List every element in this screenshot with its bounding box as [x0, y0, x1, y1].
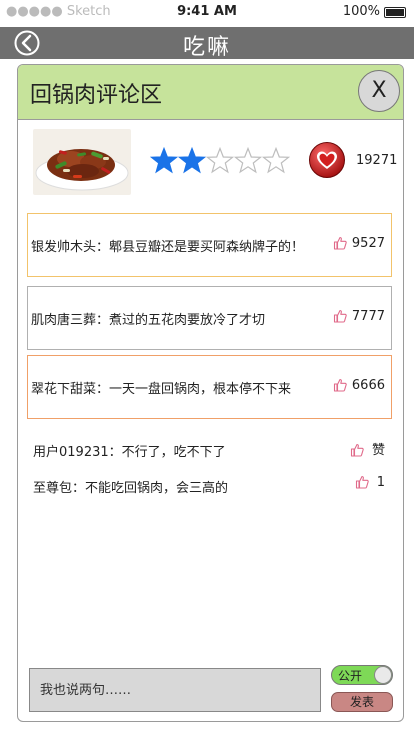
- like-button[interactable]: 1: [355, 475, 385, 490]
- like-count: 6666: [351, 378, 385, 393]
- status-bar: ●●●●● Sketch 9:41 AM 100%: [0, 0, 414, 24]
- star-empty-icon[interactable]: [234, 147, 262, 175]
- rating-stars[interactable]: [150, 147, 290, 175]
- dish-image: [33, 129, 131, 195]
- nav-title: 吃嘛: [182, 35, 231, 60]
- nav-bar: 吃嘛: [0, 27, 414, 60]
- comment-text: 翠花下甜菜：一天一盘回锅肉，根本停不下来: [31, 382, 292, 397]
- star-empty-icon[interactable]: [206, 147, 234, 175]
- panel-title: 回锅肉评论区: [30, 83, 163, 108]
- like-button[interactable]: 9527: [333, 236, 385, 251]
- comment-panel: 回锅肉评论区 X 19271 银发帅木头：郫县豆瓣还是要买阿森纳牌子的！ 952…: [17, 64, 404, 722]
- comment-item: 肌肉唐三葬：煮过的五花肉要放冷了才切 7777: [27, 286, 392, 350]
- like-button[interactable]: 6666: [333, 378, 385, 393]
- like-button[interactable]: 赞: [350, 439, 385, 458]
- battery-percent: 100%: [342, 4, 380, 19]
- like-count: 赞: [371, 443, 385, 458]
- comment-text: 至尊包：不能吃回锅肉，会三高的: [33, 481, 229, 496]
- thumbs-up-icon: [350, 443, 364, 457]
- close-button[interactable]: X: [358, 70, 400, 112]
- comment-item: 银发帅木头：郫县豆瓣还是要买阿森纳牌子的！ 9527: [27, 213, 392, 277]
- public-toggle-label: 公开: [338, 669, 363, 683]
- comment-text: 肌肉唐三葬：煮过的五花肉要放冷了才切: [31, 313, 266, 328]
- battery-icon: [384, 7, 406, 18]
- publish-button[interactable]: 发表: [331, 692, 393, 712]
- star-filled-icon[interactable]: [150, 147, 178, 175]
- thumbs-up-icon: [333, 236, 347, 250]
- public-toggle[interactable]: 公开: [331, 665, 393, 685]
- like-count: 1: [376, 475, 385, 490]
- thumbs-up-icon: [355, 475, 369, 489]
- like-button[interactable]: 7777: [333, 309, 385, 324]
- comment-text: 用户019231：不行了，吃不下了: [33, 445, 226, 460]
- heart-icon[interactable]: [308, 141, 346, 179]
- star-empty-icon[interactable]: [262, 147, 290, 175]
- toggle-knob: [374, 666, 392, 684]
- comment-input[interactable]: [29, 668, 321, 712]
- thumbs-up-icon: [333, 378, 347, 392]
- comment-item: 翠花下甜菜：一天一盘回锅肉，根本停不下来 6666: [27, 355, 392, 419]
- like-count: 7777: [351, 309, 385, 324]
- comment-text: 银发帅木头：郫县豆瓣还是要买阿森纳牌子的！: [31, 240, 305, 255]
- like-count: 9527: [351, 236, 385, 251]
- star-filled-icon[interactable]: [178, 147, 206, 175]
- heart-count: 19271: [356, 153, 398, 168]
- thumbs-up-icon: [333, 309, 347, 323]
- panel-header: 回锅肉评论区 X: [18, 65, 403, 120]
